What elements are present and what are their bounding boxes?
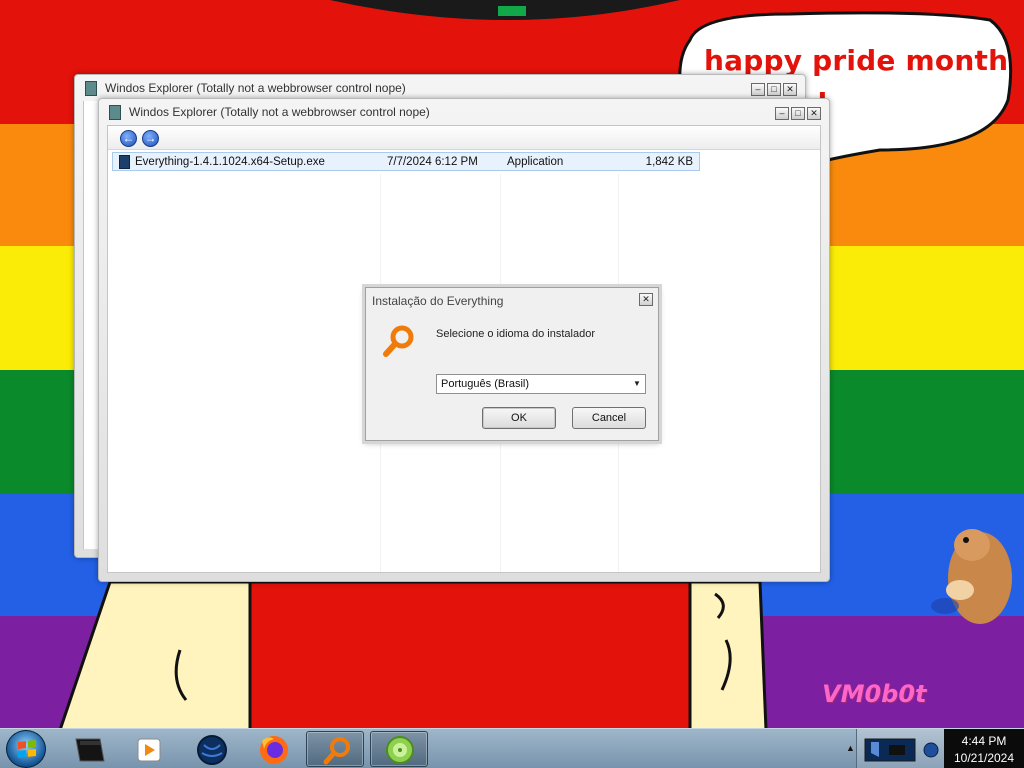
clock-time: 4:44 PM	[961, 734, 1007, 748]
dialog-close-button[interactable]: ✕	[639, 293, 653, 306]
explorer-icon	[109, 105, 121, 120]
character-arm-left	[57, 580, 262, 732]
forward-button[interactable]: →	[142, 130, 159, 147]
window-controls: – □ ✕	[775, 107, 821, 120]
firefox-icon	[260, 736, 288, 764]
tray-expand-icon[interactable]: ▲	[846, 743, 855, 753]
exe-file-icon	[119, 155, 130, 169]
character-shirt	[248, 580, 692, 732]
ok-button[interactable]: OK	[482, 407, 556, 429]
close-button[interactable]: ✕	[807, 107, 821, 120]
taskbar-media-player-button[interactable]	[120, 731, 178, 767]
character-eye	[498, 6, 526, 16]
taskbar-everything-button[interactable]	[306, 731, 364, 767]
lime-icon	[386, 736, 414, 764]
taskbar-globe-button[interactable]	[182, 731, 240, 767]
speech-text: happy pride month	[704, 44, 1009, 77]
minimize-button[interactable]: –	[751, 83, 765, 96]
media-player-icon	[137, 738, 161, 762]
taskbar-explorer-button[interactable]	[60, 731, 118, 767]
installer-language-dialog[interactable]: Instalação do Everything ✕ Selecione o i…	[365, 287, 659, 441]
navigation-bar: ← →	[108, 126, 820, 150]
tray-icons	[864, 738, 939, 762]
explorer-icon	[85, 81, 97, 96]
hamster-sticker	[931, 529, 1012, 624]
minimize-button[interactable]: –	[775, 107, 789, 120]
file-date: 7/7/2024 6:12 PM	[387, 156, 478, 168]
system-clock[interactable]: 4:44 PM 10/21/2024	[944, 729, 1024, 768]
taskbar-lime-button[interactable]	[370, 731, 428, 767]
clock-date: 10/21/2024	[953, 751, 1015, 765]
cancel-button[interactable]: Cancel	[572, 407, 646, 429]
chevron-down-icon[interactable]: ▼	[629, 375, 645, 393]
close-button[interactable]: ✕	[783, 83, 797, 96]
file-name: Everything-1.4.1.1024.x64-Setup.exe	[135, 156, 325, 168]
language-selected-value: Português (Brasil)	[441, 378, 530, 390]
start-button[interactable]	[6, 730, 46, 768]
language-select[interactable]: Português (Brasil) ▼	[436, 374, 646, 394]
file-row[interactable]: Everything-1.4.1.1024.x64-Setup.exe 7/7/…	[112, 152, 700, 171]
maximize-button[interactable]: □	[767, 83, 781, 96]
explorer-icon	[75, 738, 105, 762]
windows-logo-icon	[18, 740, 36, 758]
back-button[interactable]: ←	[120, 130, 137, 147]
volume-icon[interactable]	[923, 742, 939, 758]
dialog-title: Instalação do Everything	[372, 294, 504, 308]
globe-icon	[197, 735, 227, 765]
everything-magnifier-icon	[383, 325, 414, 357]
taskbar-firefox-button[interactable]	[244, 731, 302, 767]
window-content	[83, 101, 99, 549]
file-size: 1,842 KB	[645, 156, 693, 168]
window-title: Windos Explorer (Totally not a webbrowse…	[105, 81, 406, 95]
file-type: Application	[507, 156, 564, 168]
maximize-button[interactable]: □	[791, 107, 805, 120]
window-title: Windos Explorer (Totally not a webbrowse…	[129, 105, 430, 119]
everything-icon	[323, 737, 350, 765]
notification-tray	[856, 729, 944, 768]
window-controls: – □ ✕	[751, 83, 797, 96]
title-bar[interactable]: Windos Explorer (Totally not a webbrowse…	[99, 99, 829, 125]
watermark: VM0b0t	[822, 680, 927, 708]
taskbar: ▲ 4:44 PM 10/21/2024	[0, 728, 1024, 768]
dialog-prompt: Selecione o idioma do instalador	[436, 328, 595, 340]
